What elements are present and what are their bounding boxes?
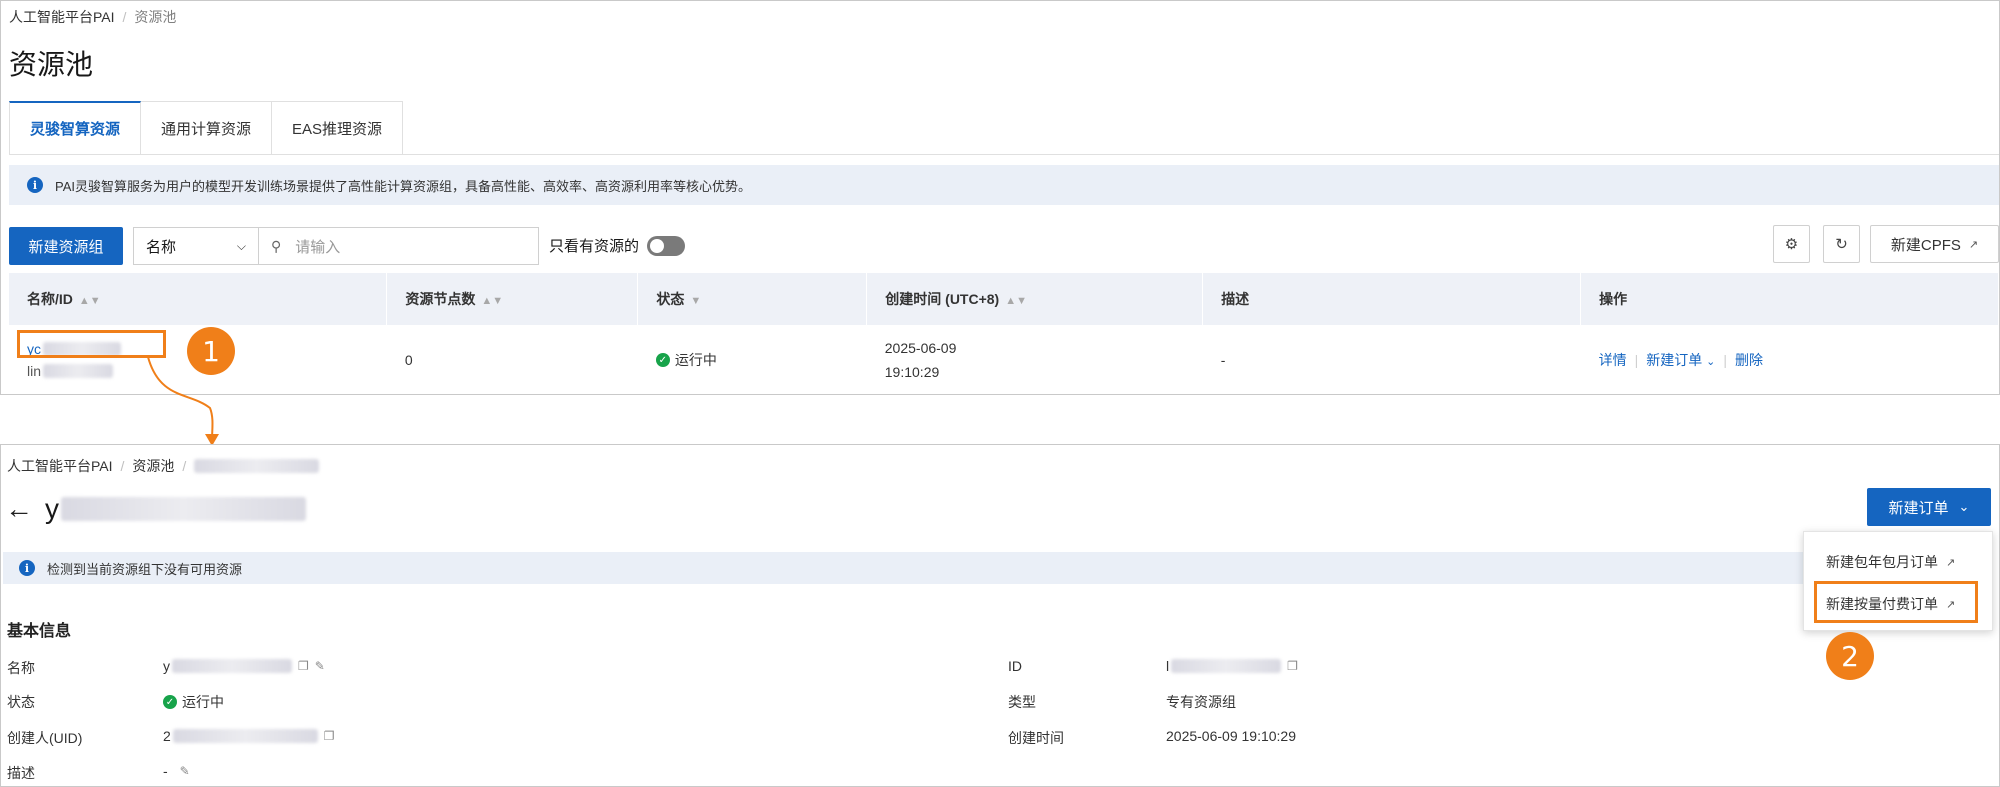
breadcrumb-separator: / xyxy=(120,458,125,474)
connector-line xyxy=(147,356,214,441)
id-value-visible: l xyxy=(1166,658,1170,674)
field-label-creator: 创建人(UID) xyxy=(7,730,83,746)
menu-item-subscription-order[interactable]: 新建包年包月订单 ↗ xyxy=(1826,552,1955,572)
status-value-text: 运行中 xyxy=(182,694,224,710)
redacted-name-value xyxy=(172,659,292,673)
field-value-description: - ✎ xyxy=(163,763,190,779)
detail-title: y xyxy=(45,493,59,524)
field-value-creator: 2 ❐ xyxy=(163,728,335,744)
name-value-visible: y xyxy=(163,658,170,674)
breadcrumb-root[interactable]: 人工智能平台PAI xyxy=(7,456,113,476)
external-link-icon: ↗ xyxy=(1946,556,1956,569)
edit-pencil-icon[interactable]: ✎ xyxy=(315,659,325,673)
redacted-id-value xyxy=(1171,659,1282,673)
redacted-breadcrumb-current xyxy=(194,459,320,473)
detail-breadcrumb: 人工智能平台PAI / 资源池 / xyxy=(7,456,320,476)
field-value-status: ✓ 运行中 xyxy=(163,692,224,712)
menu-item-label: 新建包年包月订单 xyxy=(1826,554,1938,570)
new-order-button-label: 新建订单 xyxy=(1888,499,1949,517)
check-circle-icon: ✓ xyxy=(163,695,177,709)
breadcrumb-separator: / xyxy=(182,458,187,474)
edit-pencil-icon[interactable]: ✎ xyxy=(180,764,190,778)
copy-icon[interactable]: ❐ xyxy=(324,729,335,743)
field-value-id: l ❐ xyxy=(1166,658,1298,674)
resource-group-detail-panel: 人工智能平台PAI / 资源池 / ← y 新建订单 ⌄ i 检测到当前资源组下没有可… xyxy=(0,444,2000,787)
field-label-type: 类型 xyxy=(1008,694,1036,710)
breadcrumb-pool[interactable]: 资源池 xyxy=(132,456,174,476)
step-2-highlight-box xyxy=(1814,581,1978,623)
warning-text: 检测到当前资源组下没有可用资源 xyxy=(47,561,243,577)
field-label-id: ID xyxy=(1008,658,1022,674)
field-label-description: 描述 xyxy=(7,765,35,781)
chevron-down-icon: ⌄ xyxy=(1958,499,1970,514)
field-value-name: y ❐ ✎ xyxy=(163,658,325,674)
field-value-created: 2025-06-09 19:10:29 xyxy=(1166,728,1296,744)
new-order-button[interactable]: 新建订单 ⌄ xyxy=(1867,488,1991,526)
field-label-created: 创建时间 xyxy=(1008,730,1064,746)
field-label-status: 状态 xyxy=(7,694,35,710)
detail-header: ← y xyxy=(5,493,306,525)
step-2-badge: 2 xyxy=(1826,632,1874,680)
redacted-creator-value xyxy=(172,729,318,743)
description-value-text: - xyxy=(163,763,168,779)
warning-banner: i 检测到当前资源组下没有可用资源 xyxy=(3,552,1803,584)
redacted-detail-title xyxy=(61,497,306,521)
copy-icon[interactable]: ❐ xyxy=(298,659,309,673)
copy-icon[interactable]: ❐ xyxy=(1287,659,1298,673)
field-label-name: 名称 xyxy=(7,660,35,676)
back-arrow-icon[interactable]: ← xyxy=(5,493,33,525)
section-title-basic-info: 基本信息 xyxy=(7,623,72,640)
field-value-type: 专有资源组 xyxy=(1166,694,1236,710)
info-icon: i xyxy=(19,560,35,576)
creator-value-visible: 2 xyxy=(163,728,171,744)
